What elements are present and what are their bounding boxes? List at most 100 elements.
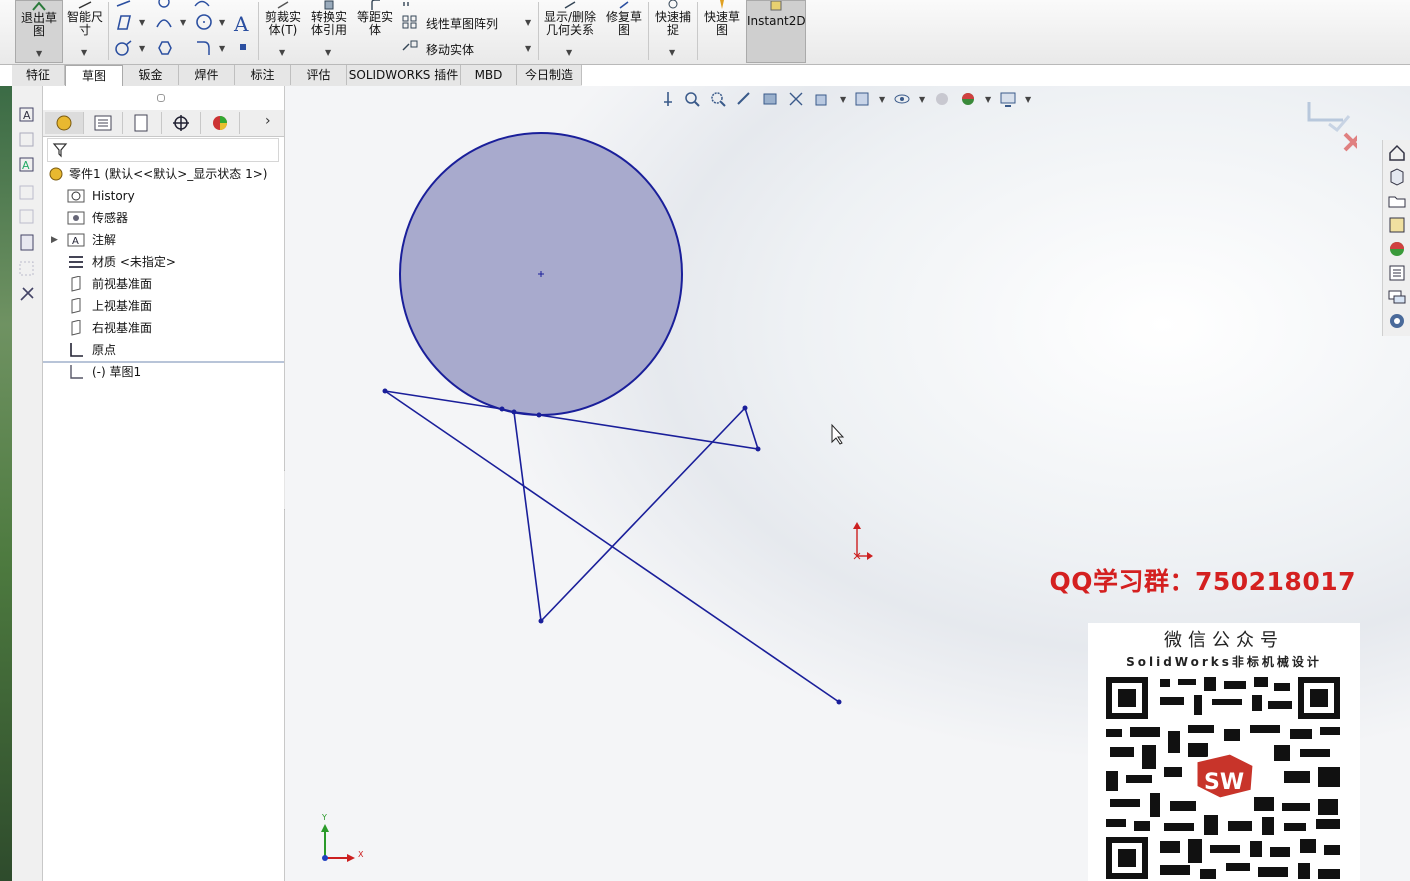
sketch-point[interactable] [538, 618, 544, 624]
tab-features[interactable]: 特征 [12, 65, 65, 85]
chevron-down-icon[interactable]: ▼ [219, 44, 225, 53]
tree-item-top-plane[interactable]: 上视基准面 [43, 296, 284, 316]
chevron-down-icon[interactable]: ▼ [566, 46, 572, 59]
move-entities-label[interactable]: 移动实体 [426, 41, 474, 58]
graphics-area[interactable]: ▼ ▼ ▼ ▼ ▼ ◫ ◨ — ❐ ✕ [285, 86, 1410, 881]
tab-weldments[interactable]: 焊件 [179, 65, 235, 85]
rapid-sketch-button[interactable]: 快速草图 [700, 0, 744, 61]
file-explorer-icon[interactable] [1387, 191, 1407, 211]
forum-icon[interactable] [1387, 287, 1407, 307]
smart-dimension-label: 智能尺寸 [67, 10, 104, 37]
tab-markup[interactable]: 标注 [235, 65, 291, 85]
feature-manager-panel: › 零件1 (默认<<默认>_显示状态 1>) History 传感器 ▶ A … [43, 86, 285, 881]
expand-arrow-icon[interactable]: ▶ [51, 230, 58, 250]
featuremanager-tab-icon[interactable] [45, 112, 84, 134]
sketch-point[interactable] [382, 388, 388, 394]
tree-item-sensors[interactable]: 传感器 [43, 208, 284, 228]
appearances-icon[interactable] [1387, 239, 1407, 259]
tab-sheet-metal[interactable]: 钣金 [123, 65, 179, 85]
tab-sketch[interactable]: 草图 [65, 65, 123, 87]
sketch-point[interactable] [755, 446, 761, 452]
sketch-polyline[interactable] [384, 390, 760, 623]
chevron-down-icon[interactable]: ▼ [139, 44, 145, 53]
chevron-down-icon[interactable]: ▼ [669, 46, 675, 59]
tree-item-origin[interactable]: 原点 [43, 340, 284, 360]
design-library-icon[interactable] [1387, 167, 1407, 187]
sketch-point[interactable] [742, 405, 748, 411]
ribbon-separator [648, 2, 649, 60]
note-icon[interactable]: A [17, 154, 37, 174]
propertymanager-tab-icon[interactable] [84, 112, 123, 134]
sketch-line[interactable] [384, 390, 840, 703]
polygon-tool-icon[interactable] [114, 13, 134, 31]
tree-item-label: 注解 [92, 233, 117, 247]
sketch-point[interactable] [536, 412, 542, 418]
move-entities-icon[interactable] [400, 38, 420, 56]
trim-entities-button[interactable]: 剪裁实体(T) ▼ [262, 0, 304, 61]
chevron-down-icon[interactable]: ▼ [525, 44, 531, 53]
tab-evaluate[interactable]: 评估 [291, 65, 347, 85]
tree-item-history[interactable]: History [43, 186, 284, 206]
display-manager-tab-icon[interactable] [201, 112, 240, 134]
solidworks-resources-icon[interactable] [1387, 311, 1407, 331]
annotation-text-icon[interactable]: A [17, 104, 37, 124]
chevron-down-icon[interactable]: ▼ [279, 46, 285, 59]
sketch-point[interactable] [499, 406, 505, 412]
chevron-down-icon[interactable]: ▼ [325, 46, 331, 59]
spline-tool-icon[interactable] [114, 39, 134, 57]
linear-pattern-label[interactable]: 线性草图阵列 [426, 15, 498, 32]
tree-item-front-plane[interactable]: 前视基准面 [43, 274, 284, 294]
convert-entities-icon [324, 0, 334, 10]
tab-manufacturing[interactable]: 今日制造 [517, 65, 582, 85]
custom-properties-icon[interactable] [1387, 263, 1407, 283]
dimxpert-tab-icon[interactable] [162, 112, 201, 134]
point-tool-icon[interactable] [240, 44, 246, 50]
circle-tool-icon[interactable] [194, 13, 214, 31]
tree-item-label: 材质 <未指定> [92, 255, 176, 269]
chevron-down-icon[interactable]: ▼ [36, 47, 42, 60]
qr-code-image: SW [1104, 675, 1344, 881]
tab-solidworks-addins[interactable]: SOLIDWORKS 插件 [347, 65, 461, 85]
home-icon[interactable] [1387, 143, 1407, 163]
chevron-down-icon[interactable]: ▼ [219, 18, 225, 27]
repair-sketch-button[interactable]: 修复草图 [603, 0, 645, 61]
tools-icon[interactable] [17, 284, 37, 304]
tree-item-sketch1[interactable]: (-) 草图1 [43, 362, 284, 382]
chevron-down-icon[interactable]: ▼ [180, 18, 186, 27]
surface-finish-icon[interactable] [17, 182, 37, 202]
tree-filter-input[interactable] [47, 138, 279, 162]
offset-entities-button[interactable]: 等距实体 [354, 0, 396, 61]
chevron-down-icon[interactable]: ▼ [525, 18, 531, 27]
smart-dimension-button[interactable]: 智能尺寸 ▼ [64, 0, 106, 61]
exit-sketch-button[interactable]: 退出草图 ▼ [15, 0, 63, 63]
text-tool-icon[interactable]: A [234, 12, 248, 36]
tree-item-annotations[interactable]: ▶ A 注解 [43, 230, 284, 250]
tree-root-part[interactable]: 零件1 (默认<<默认>_显示状态 1>) [43, 164, 284, 184]
instant2d-button[interactable]: Instant2D [746, 0, 806, 63]
quick-snaps-button[interactable]: 快速捕捉 ▼ [651, 0, 695, 61]
tab-mbd[interactable]: MBD [461, 65, 517, 85]
clipboard-icon[interactable] [17, 232, 37, 252]
view-palette-icon[interactable] [1387, 215, 1407, 235]
arc-tool-icon[interactable] [154, 13, 174, 31]
tree-item-material[interactable]: 材质 <未指定> [43, 252, 284, 272]
configurationmanager-tab-icon[interactable] [123, 112, 162, 134]
balloon-icon[interactable] [17, 129, 37, 149]
chevron-down-icon[interactable]: ▼ [139, 18, 145, 27]
hexagon-tool-icon[interactable] [154, 39, 174, 57]
chevron-down-icon[interactable]: ▼ [81, 46, 87, 59]
weld-symbol-icon[interactable] [17, 258, 37, 278]
chevron-right-icon[interactable]: › [265, 113, 271, 129]
filter-icon [52, 143, 68, 158]
fillet-tool-icon[interactable] [194, 39, 214, 57]
svg-text:A: A [72, 236, 79, 247]
sketch-point[interactable] [836, 699, 842, 705]
panel-grip-handle[interactable] [157, 94, 165, 102]
show-delete-relations-button[interactable]: 显示/删除几何关系 ▼ [540, 0, 600, 61]
convert-entities-button[interactable]: 转换实体引用 ▼ [306, 0, 352, 61]
command-manager-tabs: 特征 草图 钣金 焊件 标注 评估 SOLIDWORKS 插件 MBD 今日制造 [12, 65, 582, 87]
sketch-point[interactable] [511, 409, 517, 415]
linear-pattern-icon[interactable] [400, 13, 420, 31]
tree-item-right-plane[interactable]: 右视基准面 [43, 318, 284, 338]
datum-icon[interactable] [17, 206, 37, 226]
